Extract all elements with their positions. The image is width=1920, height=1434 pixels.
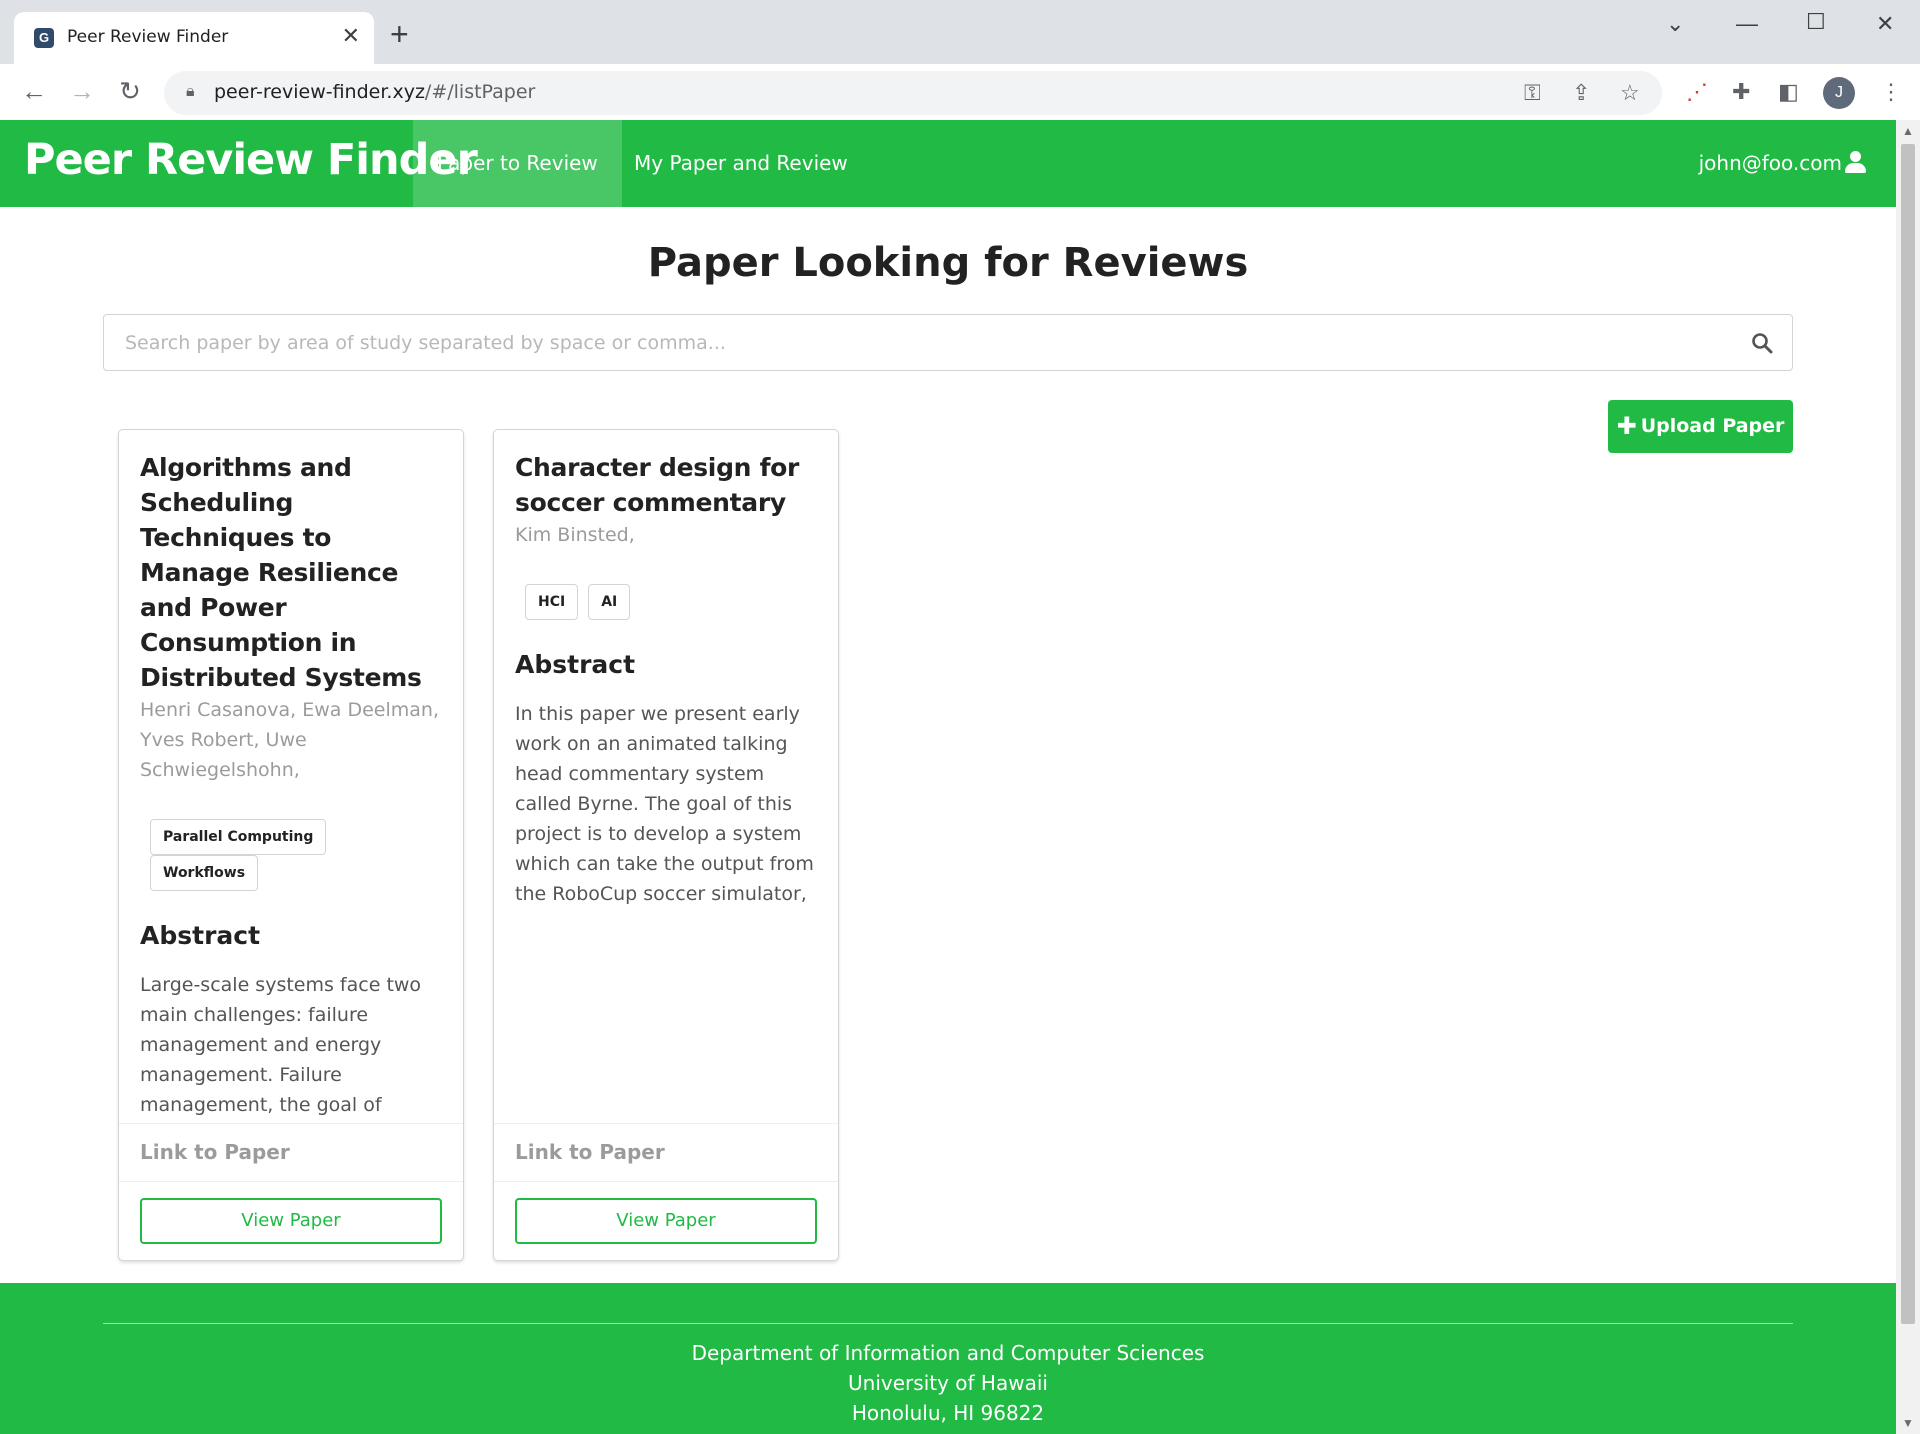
forward-icon[interactable]: → bbox=[64, 74, 100, 110]
tab-title: Peer Review Finder bbox=[67, 27, 229, 47]
profile-avatar[interactable]: J bbox=[1823, 77, 1855, 109]
card-content: Character design for soccer commentary K… bbox=[494, 430, 838, 1120]
nav-paper-to-review[interactable]: Paper to Review bbox=[413, 120, 622, 207]
page-viewport: Peer Review Finder Paper to Review My Pa… bbox=[0, 120, 1896, 1434]
card-content: Algorithms and Scheduling Techniques to … bbox=[119, 430, 463, 1120]
side-panel-icon[interactable]: ◧ bbox=[1778, 78, 1799, 106]
lock-icon: 🔒︎ bbox=[186, 83, 195, 100]
card-actions: View Paper bbox=[119, 1181, 463, 1260]
search-bar bbox=[103, 314, 1793, 371]
plus-icon: ✚ bbox=[1616, 412, 1637, 440]
url-text[interactable]: peer-review-finder.xyz/#/listPaper bbox=[214, 81, 535, 103]
paper-card: Character design for soccer commentary K… bbox=[493, 429, 839, 1261]
new-tab-icon[interactable]: + bbox=[390, 18, 409, 50]
page-scrollbar[interactable]: ▲ ▼ bbox=[1896, 120, 1920, 1434]
scroll-up-icon[interactable]: ▲ bbox=[1902, 124, 1914, 138]
page-footer: Department of Information and Computer S… bbox=[0, 1283, 1896, 1434]
view-paper-button[interactable]: View Paper bbox=[140, 1198, 442, 1244]
user-email: john@foo.com bbox=[1698, 151, 1842, 175]
view-paper-button[interactable]: View Paper bbox=[515, 1198, 817, 1244]
window-close-icon[interactable]: ✕ bbox=[1876, 12, 1894, 36]
tag-label[interactable]: Workflows bbox=[150, 855, 259, 891]
browser-toolbar: ← → ↻ 🔒︎ peer-review-finder.xyz/#/listPa… bbox=[0, 64, 1920, 120]
abstract-text: Large-scale systems face two main challe… bbox=[140, 974, 422, 1116]
search-icon[interactable] bbox=[1750, 331, 1774, 355]
paper-title: Algorithms and Scheduling Techniques to … bbox=[140, 453, 422, 692]
footer-university: University of Hawaii bbox=[848, 1371, 1048, 1395]
app-navbar: Peer Review Finder Paper to Review My Pa… bbox=[0, 120, 1896, 207]
extension-icon[interactable]: ⋰ bbox=[1686, 78, 1708, 106]
upload-paper-label: Upload Paper bbox=[1640, 415, 1785, 437]
url-domain: peer-review-finder.xyz bbox=[214, 81, 425, 103]
favicon-icon: G bbox=[34, 28, 54, 48]
search-input[interactable] bbox=[104, 315, 1724, 370]
tag-label[interactable]: HCI bbox=[525, 584, 579, 620]
menu-kebab-icon[interactable]: ⋮ bbox=[1880, 78, 1902, 106]
page-title: Paper Looking for Reviews bbox=[647, 240, 1249, 286]
scroll-thumb[interactable] bbox=[1901, 144, 1915, 1324]
close-tab-icon[interactable]: ✕ bbox=[342, 24, 360, 48]
extensions-puzzle-icon[interactable]: ✚ bbox=[1732, 78, 1750, 106]
minimize-icon[interactable]: — bbox=[1736, 12, 1758, 36]
abstract-text: In this paper we present early work on a… bbox=[515, 703, 814, 905]
scroll-down-icon[interactable]: ▼ bbox=[1902, 1416, 1914, 1430]
paper-title: Character design for soccer commentary bbox=[515, 453, 800, 517]
upload-paper-button[interactable]: ✚ Upload Paper bbox=[1608, 400, 1793, 453]
paper-card: Algorithms and Scheduling Techniques to … bbox=[118, 429, 464, 1261]
maximize-icon[interactable]: ☐ bbox=[1806, 10, 1826, 34]
address-bar[interactable]: 🔒︎ peer-review-finder.xyz/#/listPaper ⚿ … bbox=[164, 71, 1662, 115]
link-to-paper[interactable]: Link to Paper bbox=[494, 1123, 838, 1181]
footer-address: Honolulu, HI 96822 bbox=[851, 1401, 1045, 1425]
reload-icon[interactable]: ↻ bbox=[112, 74, 148, 110]
bookmark-star-icon[interactable]: ☆ bbox=[1620, 79, 1640, 107]
tag-label[interactable]: Parallel Computing bbox=[150, 819, 327, 855]
key-icon[interactable]: ⚿ bbox=[1524, 79, 1541, 107]
back-icon[interactable]: ← bbox=[16, 74, 52, 110]
user-icon bbox=[1844, 151, 1866, 173]
url-path: /#/listPaper bbox=[424, 81, 536, 103]
share-icon[interactable]: ⇪ bbox=[1572, 79, 1590, 107]
tag-list: HCI AI bbox=[515, 584, 817, 620]
tab-search-chevron-icon[interactable]: ⌄ bbox=[1666, 12, 1684, 36]
link-to-paper[interactable]: Link to Paper bbox=[119, 1123, 463, 1181]
footer-divider bbox=[103, 1323, 1793, 1324]
user-menu[interactable]: john@foo.com bbox=[1699, 120, 1866, 207]
tag-label[interactable]: AI bbox=[588, 584, 631, 620]
abstract-heading: Abstract bbox=[140, 921, 261, 950]
card-actions: View Paper bbox=[494, 1181, 838, 1260]
brand-title[interactable]: Peer Review Finder bbox=[24, 135, 478, 185]
paper-authors: Henri Casanova, Ewa Deelman, Yves Robert… bbox=[140, 699, 439, 781]
nav-my-paper-and-review[interactable]: My Paper and Review bbox=[610, 120, 872, 207]
browser-tabstrip: G Peer Review Finder ✕ + ⌄ — ☐ ✕ bbox=[0, 0, 1920, 64]
tag-list: Parallel ComputingWorkflows bbox=[140, 819, 442, 891]
browser-tab[interactable]: G Peer Review Finder ✕ bbox=[14, 12, 374, 64]
abstract-heading: Abstract bbox=[515, 650, 636, 679]
paper-authors: Kim Binsted, bbox=[515, 524, 635, 546]
footer-department: Department of Information and Computer S… bbox=[691, 1341, 1205, 1365]
